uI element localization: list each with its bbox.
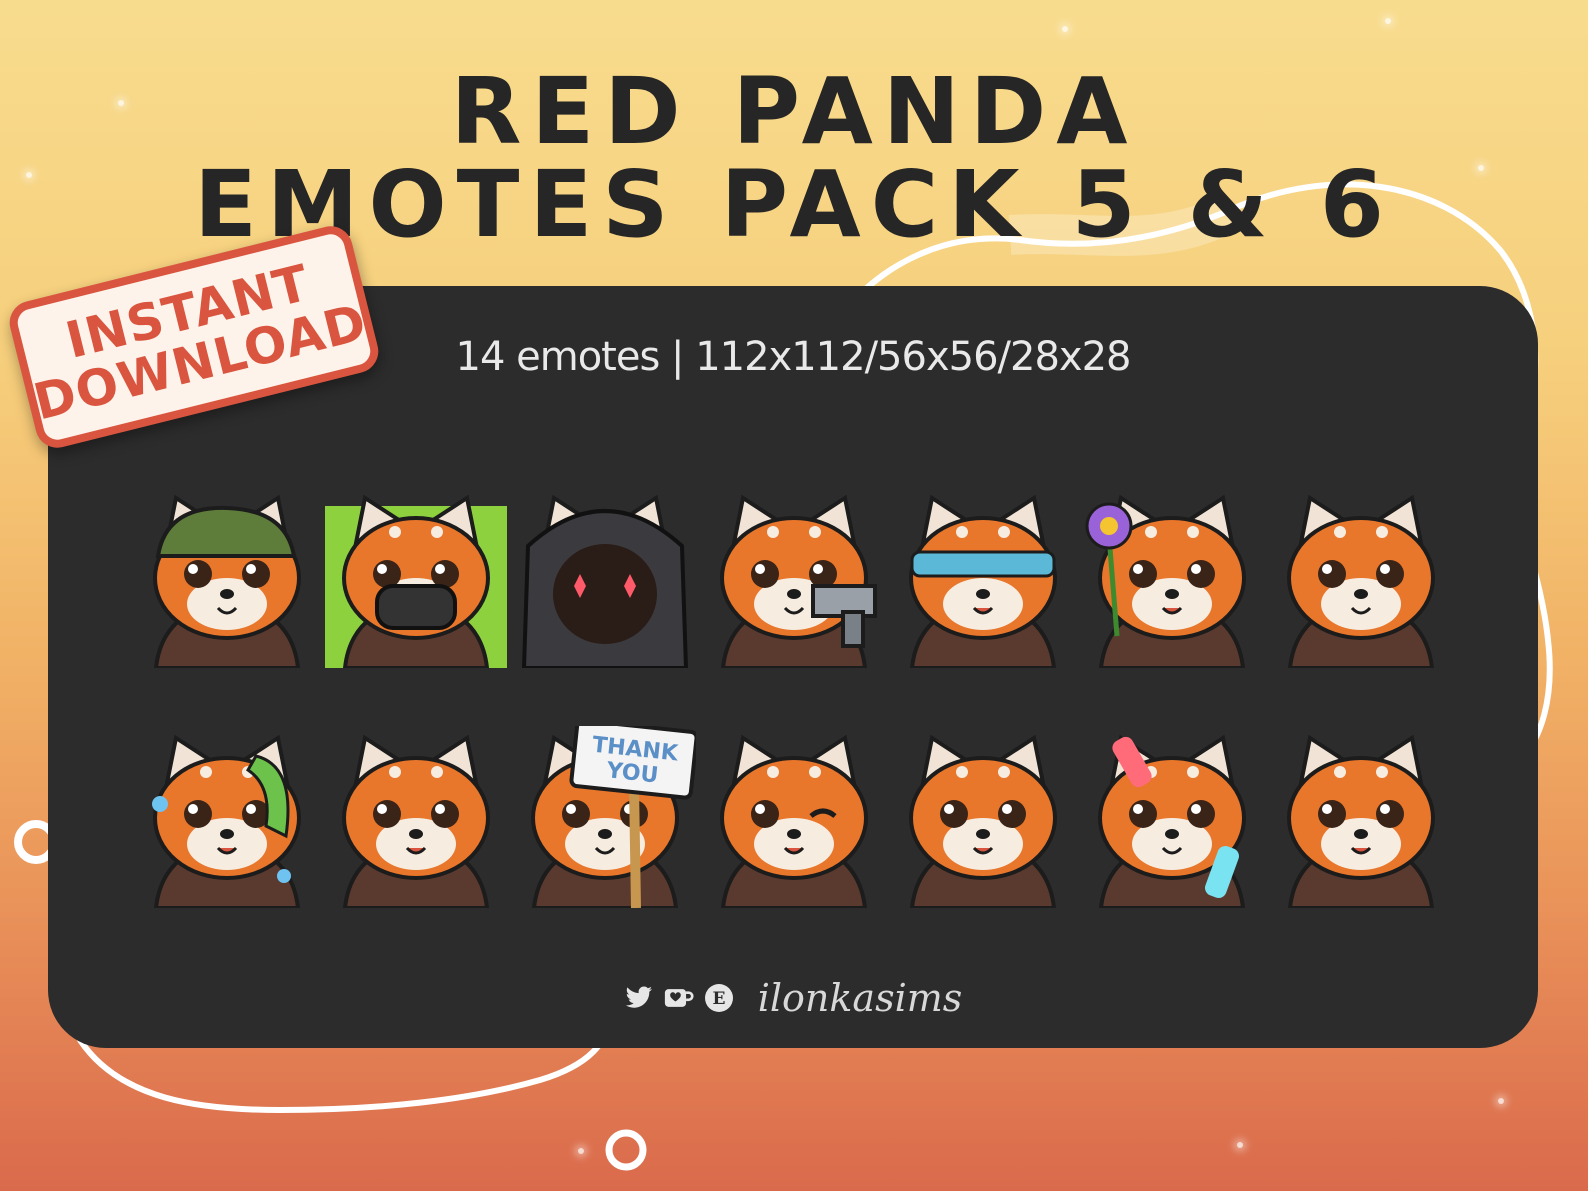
emote-blindfold-wave[interactable]	[892, 486, 1074, 668]
kofi-icon[interactable]	[664, 983, 694, 1013]
emote-wink[interactable]	[703, 726, 885, 908]
etsy-letter: E	[712, 989, 725, 1009]
red-panda-illustration	[909, 494, 1057, 668]
red-panda-illustration: THANKYOU	[531, 726, 696, 908]
emote-pistol[interactable]	[703, 486, 885, 668]
red-panda-illustration	[153, 494, 301, 668]
title-line-2: EMOTES PACK 5 & 6	[194, 151, 1394, 258]
red-panda-illustration	[720, 494, 877, 668]
emote-grid: THANK YOU	[136, 486, 1448, 908]
emote-flower[interactable]	[1081, 486, 1263, 668]
red-panda-illustration	[152, 734, 301, 908]
social-footer: E ilonkasims	[48, 976, 1538, 1020]
red-panda-illustration	[1098, 734, 1246, 908]
red-panda-illustration	[1085, 494, 1246, 668]
emote-gas-mask[interactable]	[325, 486, 507, 668]
red-panda-illustration	[325, 494, 507, 668]
emote-shrug[interactable]	[325, 726, 507, 908]
emote-panel: 14 emotes | 112x112/56x56/28x28 THANK YOU…	[48, 286, 1538, 1048]
twitter-icon[interactable]	[624, 983, 654, 1013]
red-panda-illustration	[1287, 494, 1435, 668]
etsy-icon[interactable]: E	[704, 983, 734, 1013]
emote-dab[interactable]	[1270, 726, 1452, 908]
emote-sweat-towel[interactable]	[136, 726, 318, 908]
emote-salute-helmet[interactable]	[136, 486, 318, 668]
artist-handle[interactable]: ilonkasims	[758, 976, 963, 1020]
emote-thank-you-sign[interactable]: THANK YOU	[514, 726, 696, 908]
red-panda-illustration	[342, 734, 490, 908]
red-panda-illustration	[720, 734, 868, 908]
emote-point-up[interactable]	[892, 726, 1074, 908]
red-panda-illustration	[909, 734, 1057, 908]
red-panda-illustration	[1287, 734, 1435, 908]
red-panda-illustration	[521, 494, 689, 668]
emote-worried[interactable]	[1270, 486, 1452, 668]
title-line-1: RED PANDA	[450, 58, 1138, 165]
emote-glowsticks[interactable]	[1081, 726, 1263, 908]
emote-hooded-dark[interactable]	[514, 486, 696, 668]
